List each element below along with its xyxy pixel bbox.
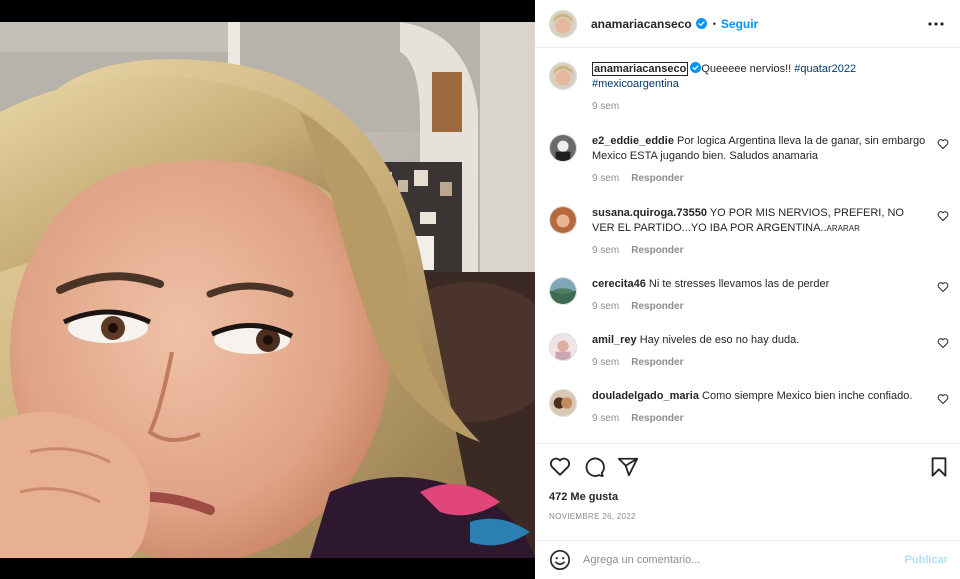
likes-count[interactable]: 472 Me gusta [549, 491, 618, 503]
avatar[interactable] [549, 9, 577, 38]
verified-badge-icon [695, 18, 707, 29]
comment-body: susana.quiroga.73550 YO POR MIS NERVIOS,… [592, 206, 927, 258]
comment-meta: 9 sem Responder [592, 355, 927, 370]
avatar[interactable] [549, 134, 577, 162]
comment-body: e2_eddie_eddie Por logica Argentina llev… [592, 134, 927, 186]
comment-meta: 9 sem Responder [592, 299, 927, 314]
post-actions: 472 Me gusta NOVIEMBRE 26, 2022 [535, 443, 960, 551]
reply-button[interactable]: Responder [631, 245, 683, 256]
avatar[interactable] [549, 206, 577, 234]
comment-username[interactable]: e2_eddie_eddie [592, 135, 674, 147]
post-media [0, 0, 535, 579]
save-bookmark-icon[interactable] [928, 456, 950, 478]
comment-time: 9 sem [592, 173, 620, 184]
avatar[interactable] [549, 62, 577, 90]
caption-time: 9 sem [592, 101, 620, 112]
share-icon[interactable] [617, 456, 639, 478]
comment-meta: 9 sem Responder [592, 411, 927, 426]
reply-button[interactable]: Responder [631, 173, 683, 184]
heart-icon[interactable] [937, 337, 949, 349]
post-date: NOVIEMBRE 26, 2022 [549, 512, 636, 521]
caption-meta: 9 sem [592, 99, 932, 114]
comment-username[interactable]: douladelgado_maria [592, 390, 699, 402]
comment-text: Como siempre Mexico bien inche confiado. [702, 390, 913, 402]
heart-icon[interactable] [937, 281, 949, 293]
comment-body: amil_rey Hay niveles de eso no hay duda.… [592, 333, 927, 370]
separator-dot: • [712, 18, 716, 29]
comment-text-small: ARARAR [826, 224, 860, 233]
post-header: anamariacanseco • Seguir [535, 0, 960, 48]
comments-list[interactable]: anamariacanseco Queeeee nervios!! #quatar… [535, 48, 960, 443]
comment-icon[interactable] [583, 456, 605, 478]
publish-button[interactable]: Publicar [905, 554, 948, 566]
reply-button[interactable]: Responder [631, 301, 683, 312]
comment-meta: 9 sem Responder [592, 171, 927, 186]
comment-time: 9 sem [592, 413, 620, 424]
heart-icon[interactable] [937, 393, 949, 405]
avatar[interactable] [549, 333, 577, 361]
caption-body: anamariacanseco Queeeee nervios!! #quatar… [592, 62, 932, 114]
add-comment-bar: Publicar [535, 540, 960, 579]
comment-username[interactable]: cerecita46 [592, 278, 646, 290]
hashtag-link[interactable]: #quatar2022 [794, 63, 856, 75]
comment-body: douladelgado_maria Como siempre Mexico b… [592, 389, 927, 426]
verified-badge-icon [690, 62, 702, 73]
comment-username[interactable]: amil_rey [592, 334, 637, 346]
comment-input[interactable] [583, 554, 883, 566]
avatar[interactable] [549, 389, 577, 417]
reply-button[interactable]: Responder [631, 413, 683, 424]
comment-time: 9 sem [592, 245, 620, 256]
caption-username[interactable]: anamariacanseco [592, 62, 689, 76]
comment-body: cerecita46 Ni te stresses llevamos las d… [592, 277, 927, 314]
avatar[interactable] [549, 277, 577, 305]
comment-text: Hay niveles de eso no hay duda. [639, 334, 800, 346]
heart-icon[interactable] [549, 456, 571, 478]
heart-icon[interactable] [937, 210, 949, 222]
hashtag-link[interactable]: #mexicoargentina [592, 78, 679, 90]
comment-time: 9 sem [592, 301, 620, 312]
post-author-username[interactable]: anamariacanseco [591, 17, 692, 31]
caption-text: Queeeee nervios!! [701, 63, 795, 75]
more-options-icon[interactable] [926, 14, 946, 34]
heart-icon[interactable] [937, 138, 949, 150]
reply-button[interactable]: Responder [631, 357, 683, 368]
post-photo[interactable] [0, 22, 535, 558]
instagram-post-viewer: anamariacanseco • Seguir anamariacanseco… [0, 0, 960, 579]
comment-username[interactable]: susana.quiroga.73550 [592, 207, 707, 219]
comment-meta: 9 sem Responder [592, 243, 927, 258]
follow-button[interactable]: Seguir [721, 17, 758, 31]
comment-text: Ni te stresses llevamos las de perder [648, 278, 830, 290]
emoji-icon[interactable] [549, 549, 571, 571]
comment-time: 9 sem [592, 357, 620, 368]
post-details-panel: anamariacanseco • Seguir anamariacanseco… [535, 0, 960, 579]
